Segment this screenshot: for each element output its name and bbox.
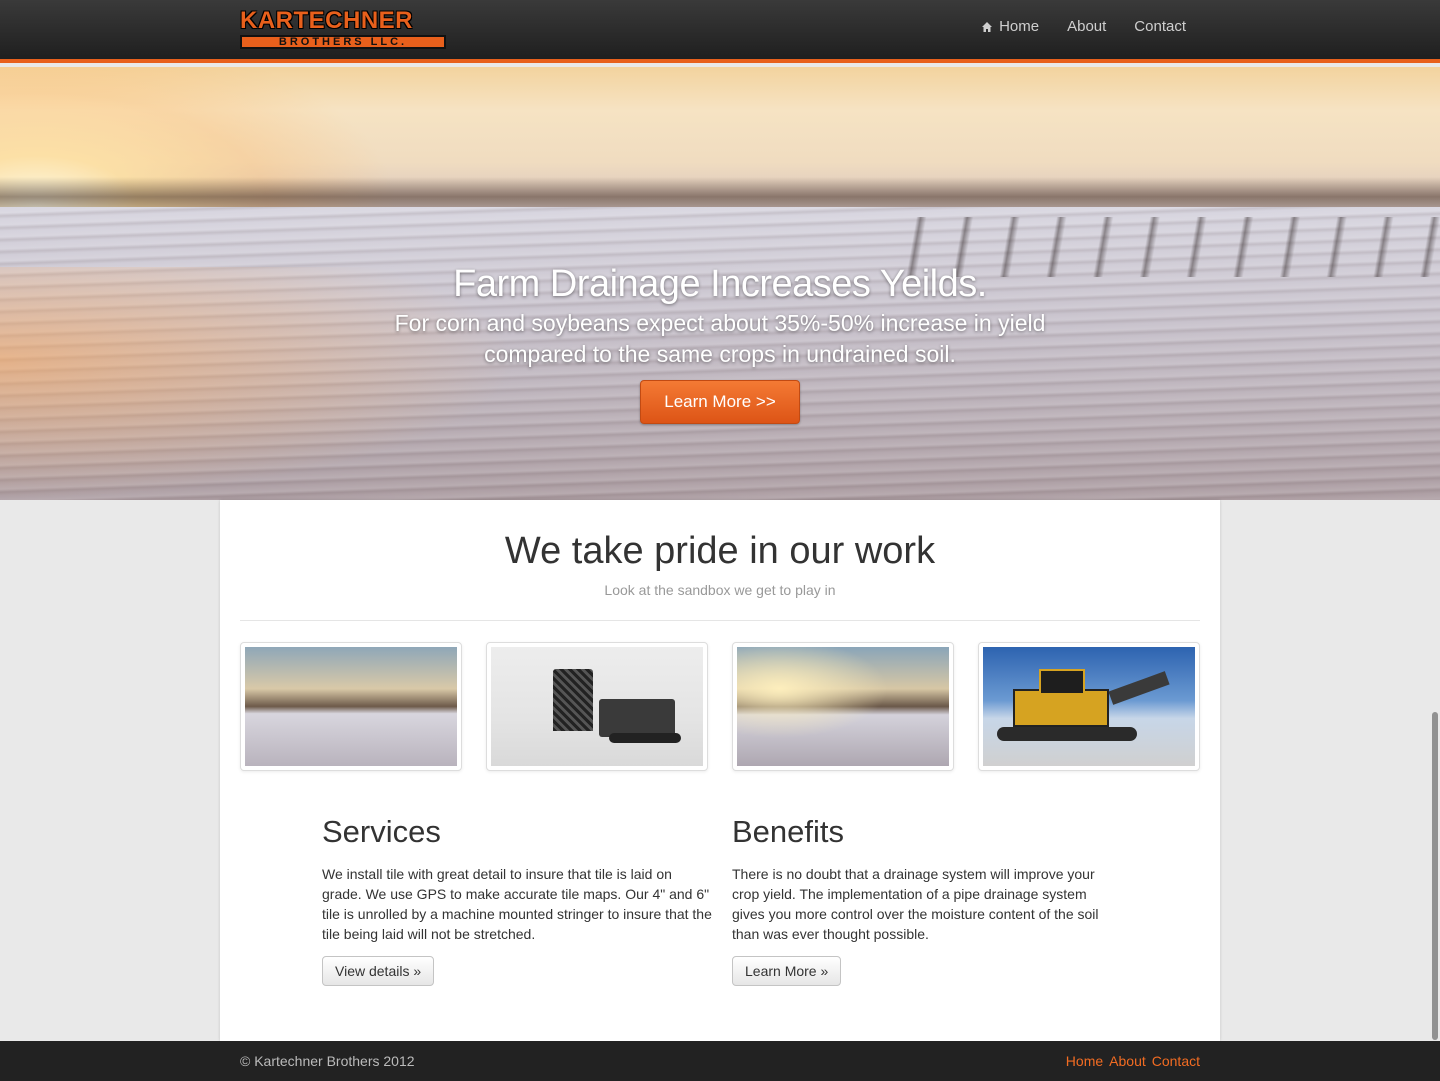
footer: © Kartechner Brothers 2012 Home About Co… (0, 1041, 1440, 1081)
hero-banner: Farm Drainage Increases Yeilds. For corn… (0, 67, 1440, 500)
nav-home[interactable]: Home (981, 18, 1039, 35)
nav-contact-label: Contact (1134, 18, 1186, 35)
nav-home-label: Home (999, 18, 1040, 35)
excavator-arm-shape (1108, 671, 1170, 705)
services-title: Services (322, 814, 441, 849)
footer-link-home[interactable]: Home (1066, 1053, 1103, 1069)
hero-learn-more-button[interactable]: Learn More >> (640, 380, 800, 424)
nav-about[interactable]: About (1067, 18, 1106, 35)
benefits-title: Benefits (732, 814, 845, 849)
nav-contact[interactable]: Contact (1134, 18, 1186, 35)
logo-tagline: BROTHERS LLC. (240, 35, 446, 49)
machine-track-shape (609, 733, 681, 743)
brand-logo[interactable]: KARTECHNER BROTHERS LLC. (240, 9, 448, 49)
footer-link-contact[interactable]: Contact (1152, 1053, 1200, 1069)
logo-wordmark: KARTECHNER (240, 7, 413, 34)
hero-subtitle-line-1: For corn and soybeans expect about 35%-5… (394, 310, 1046, 336)
hero-subtitle-line-2: compared to the same crops in undrained … (484, 341, 956, 367)
machine-shape (599, 699, 675, 737)
gallery-thumbnail-3[interactable] (732, 642, 954, 771)
benefits-learn-more-button[interactable]: Learn More » (732, 956, 842, 986)
gallery-thumbnail-2[interactable] (486, 642, 708, 771)
main-content: We take pride in our work Look at the sa… (220, 500, 1220, 1041)
excavator-image (983, 647, 1195, 766)
footer-links: Home About Contact (1066, 1053, 1200, 1069)
gallery-thumbnail-4[interactable] (978, 642, 1200, 771)
gallery-thumbnail-1[interactable] (240, 642, 462, 771)
field-sunrise-image (737, 647, 949, 766)
section-divider (240, 620, 1200, 621)
field-sunset-image (245, 647, 457, 766)
section-title: We take pride in our work (504, 530, 936, 572)
snow-machine-image (491, 647, 703, 766)
navbar: KARTECHNER BROTHERS LLC. Home About Cont… (0, 0, 1440, 63)
services-text: We install tile with great detail to ins… (322, 866, 712, 942)
footer-link-about[interactable]: About (1109, 1053, 1146, 1069)
main-nav: Home About Contact (981, 18, 1186, 35)
scrollbar-thumb[interactable] (1432, 712, 1438, 1040)
benefits-text: There is no doubt that a drainage system… (732, 866, 1099, 942)
copyright-text: © Kartechner Brothers 2012 (240, 1053, 415, 1069)
hero-title: Farm Drainage Increases Yeilds. (453, 263, 987, 305)
nav-about-label: About (1067, 18, 1107, 35)
services-column: Services We install tile with great deta… (322, 814, 712, 986)
section-subtitle: Look at the sandbox we get to play in (604, 582, 836, 598)
excavator-cab-shape (1039, 669, 1085, 695)
view-details-button[interactable]: View details » (322, 956, 435, 986)
hero-subtitle: For corn and soybeans expect about 35%-5… (0, 308, 1440, 370)
benefits-column: Benefits There is no doubt that a draina… (732, 814, 1122, 986)
home-icon (982, 21, 993, 32)
tile-spool-shape (553, 669, 593, 731)
excavator-track-shape (997, 727, 1137, 741)
